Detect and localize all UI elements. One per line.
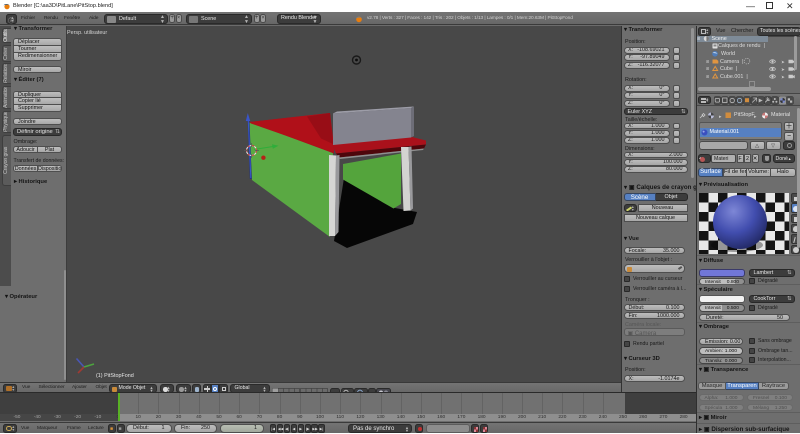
svg-text:➤: ➤ xyxy=(781,67,785,72)
svg-text:▸: ▸ xyxy=(719,114,722,120)
svg-text:➤: ➤ xyxy=(781,59,785,64)
svg-text:➤: ➤ xyxy=(781,74,785,79)
svg-text:⊞: ⊞ xyxy=(706,74,709,79)
svg-text:⊞: ⊞ xyxy=(697,36,700,41)
svg-text:⊞: ⊞ xyxy=(706,59,709,64)
svg-text:⊞: ⊞ xyxy=(706,66,709,71)
